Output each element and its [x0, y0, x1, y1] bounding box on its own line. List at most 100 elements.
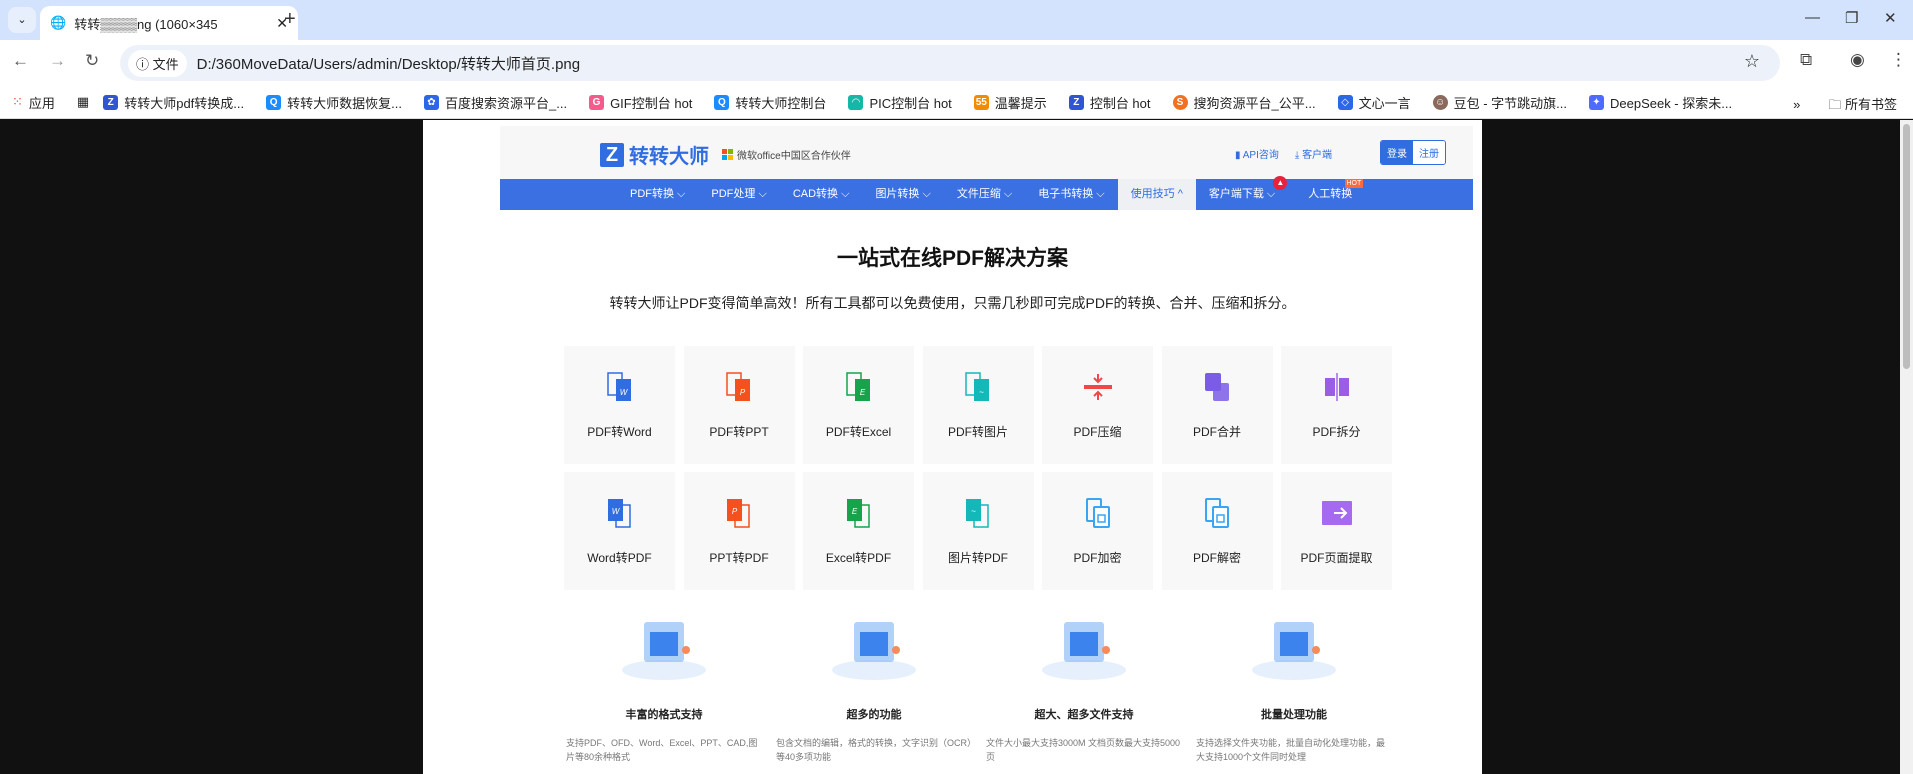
page-title: 一站式在线PDF解决方案 [837, 247, 1068, 270]
minimize-button[interactable]: — [1805, 9, 1820, 26]
tool-tile[interactable]: PDF页面提取 [1281, 472, 1392, 590]
pic-logo-icon: ◠ [848, 94, 864, 110]
bookmark-label: 控制台 hot [1089, 95, 1151, 111]
svg-text:P: P [740, 388, 746, 397]
svg-text:~: ~ [979, 388, 984, 397]
feature-desc: 支持PDF、OFD、Word、Excel、PPT、CAD,图片等80余种格式 [566, 738, 758, 762]
login-button[interactable]: 登录 [1381, 141, 1413, 164]
nav-file-compress[interactable]: 文件压缩 ⌵ [944, 179, 1025, 210]
bookmarks-bar: ⁙ 应用 ▦ Z 转转大师pdf转换成... Q 转转大师数据恢复... ✿ 百度搜索资… [0, 86, 1913, 119]
menu-kebab-icon[interactable]: ⋮ [1890, 50, 1907, 70]
file-label: 文件 [152, 56, 179, 72]
nav-image-convert[interactable]: 图片转换 ⌵ [862, 179, 943, 210]
tool-label: Word转PDF [587, 551, 652, 565]
tool-tile[interactable]: P PDF转PPT [683, 346, 795, 464]
client-label: 客户端 [1302, 150, 1333, 161]
tool-tile[interactable]: E Excel转PDF [803, 472, 914, 590]
main-nav: PDF转换 ⌵ PDF处理 ⌵ CAD转换 ⌵ 图片转换 ⌵ 文件压缩 ⌵ 电子… [500, 176, 1473, 210]
nav-tips[interactable]: 使用技巧 ^ [1117, 179, 1196, 210]
bookmark-label: 温馨提示 [994, 95, 1047, 111]
site-logo[interactable]: Z 转转大师 [600, 140, 709, 169]
extensions-icon[interactable]: ⧉ [1800, 50, 1812, 70]
bookmark[interactable]: Q 转转大师控制台 [714, 93, 826, 112]
tool-tile[interactable]: ~ 图片转PDF [922, 472, 1034, 590]
hot-badge: HOT [1344, 179, 1364, 188]
close-window-button[interactable]: ✕ [1884, 9, 1897, 27]
bookmark[interactable]: ◇ 文心一言 [1337, 93, 1411, 112]
nav-pdf-convert[interactable]: PDF转换 ⌵ [617, 179, 698, 210]
bookmark[interactable]: ✦ DeepSeek - 探索未... [1588, 93, 1732, 112]
tool-tile[interactable]: E PDF转Excel [803, 346, 914, 464]
more-bookmarks-chevron-icon[interactable]: » [1793, 97, 1800, 112]
bookmark-label: 豆包 - 字节跳动旗... [1453, 95, 1567, 111]
nav-ebook-convert[interactable]: 电子书转换 ⌵ [1025, 179, 1117, 210]
back-button[interactable]: ← [12, 51, 29, 71]
tool-label: PPT转PDF [709, 551, 769, 565]
bookmark[interactable]: Z 控制台 hot [1068, 93, 1151, 112]
bookmark-label: 转转大师控制台 [735, 95, 827, 111]
feature-title: 超大、超多文件支持 [1034, 709, 1134, 721]
reload-button[interactable]: ↻ [85, 51, 99, 71]
url-text[interactable]: D:/360MoveData/Users/admin/Desktop/转转大师首… [197, 53, 580, 74]
bookmark[interactable]: 55 温馨提示 [973, 93, 1047, 112]
tool-tile[interactable]: W Word转PDF [564, 472, 675, 590]
bookmark[interactable]: ✿ 百度搜索资源平台_... [423, 93, 567, 112]
nav-pdf-process[interactable]: PDF处理 ⌵ [698, 179, 779, 210]
bookmark[interactable]: ◠ PIC控制台 hot [848, 93, 952, 112]
site-info-chip[interactable]: ⓘ 文件 [128, 49, 187, 77]
bookmark[interactable]: G GIF控制台 hot [589, 93, 692, 112]
tools-grid: W PDF转Word P PDF转PPT E PDF转Excel ~ PDF转图片 PDF压缩 P… [564, 346, 1392, 590]
tool-label: 图片转PDF [947, 551, 1008, 565]
bookmark-label: GIF控制台 hot [610, 95, 693, 111]
feature-title: 丰富的格式支持 [625, 709, 703, 721]
page-extract-icon [1320, 496, 1354, 533]
tab-bar: ⌄ 🌐 转转▒▒▒▒ng (1060×345 ✕ + — ❐ ✕ [0, 0, 1913, 40]
wenxin-logo-icon: ◇ [1337, 94, 1353, 110]
tool-tile[interactable]: ~ PDF转图片 [922, 346, 1034, 464]
restore-button[interactable]: ❐ [1845, 9, 1858, 27]
bookmark[interactable]: Q 转转大师数据恢复... [266, 93, 402, 112]
forward-button[interactable]: → [49, 51, 66, 71]
tool-tile[interactable]: PDF合并 [1161, 346, 1273, 464]
profile-avatar[interactable]: ◉ [1850, 50, 1865, 70]
excel-to-pdf-icon: E [842, 496, 876, 533]
register-button[interactable]: 注册 [1413, 141, 1445, 164]
fire-icon: ▲ [1273, 176, 1288, 190]
bookmark-label: 文心一言 [1358, 95, 1411, 111]
bookmark[interactable]: ☺ 豆包 - 字节跳动旗... [1432, 93, 1567, 112]
nav-manual-convert[interactable]: 人工转换 HOT [1288, 179, 1365, 210]
features: 丰富的格式支持支持PDF、OFD、Word、Excel、PPT、CAD,图片等8… [564, 610, 1394, 764]
client-download-link[interactable]: ⤓ 客户端 [1295, 146, 1332, 161]
all-bookmarks[interactable]: » 🗀 所有书签 [1793, 94, 1897, 118]
nav-client-download[interactable]: 客户端下载 ⌵ ▲ [1196, 176, 1288, 210]
gif-logo-icon: G [589, 94, 605, 110]
page-subtitle: 转转大师让PDF变得简单高效！所有工具都可以免费使用，只需几秒即可完成PDF的转… [609, 295, 1296, 311]
nav-label: 人工转换 [1308, 188, 1353, 200]
tool-label: PDF转PPT [709, 425, 769, 439]
tool-label: PDF转图片 [947, 425, 1008, 439]
z-logo-icon: Z [103, 94, 119, 110]
tool-tile[interactable]: PDF加密 [1042, 472, 1153, 590]
batch-cloud-illustration [1244, 610, 1344, 680]
tool-tile[interactable]: PDF解密 [1161, 472, 1273, 590]
bookmark[interactable]: Z 转转大师pdf转换成... [103, 93, 244, 112]
tool-tile[interactable]: PDF压缩 [1042, 346, 1153, 464]
address-bar[interactable]: ⓘ 文件 D:/360MoveData/Users/admin/Desktop/… [120, 45, 1780, 81]
nav-cad-convert[interactable]: CAD转换 ⌵ [780, 179, 863, 210]
bookmark-star-icon[interactable]: ☆ [1744, 51, 1760, 72]
bookmark-label: PIC控制台 hot [869, 95, 952, 111]
tool-tile[interactable]: P PPT转PDF [683, 472, 795, 590]
tab-search-button[interactable]: ⌄ [8, 7, 36, 33]
bookmark-apps[interactable]: ⁙ 应用 [12, 93, 55, 112]
tool-tile[interactable]: PDF拆分 [1281, 346, 1392, 464]
feature-title: 批量处理功能 [1261, 709, 1327, 721]
api-consult-link[interactable]: ▮ API咨询 [1235, 146, 1279, 161]
site-header: Z 转转大师 微软office中国区合作伙伴 ▮ API咨询 ⤓ 客户端 登录 注册 [500, 126, 1473, 179]
new-tab-button[interactable]: + [284, 8, 296, 31]
tab-groups-icon[interactable]: ▦ [77, 94, 89, 110]
tool-label: PDF转Excel [825, 425, 892, 439]
scrollbar-thumb[interactable] [1903, 124, 1910, 369]
browser-tab[interactable]: 🌐 转转▒▒▒▒ng (1060×345 ✕ [40, 6, 298, 40]
tool-tile[interactable]: W PDF转Word [564, 346, 675, 464]
bookmark[interactable]: S 搜狗资源平台_公平... [1172, 93, 1316, 112]
